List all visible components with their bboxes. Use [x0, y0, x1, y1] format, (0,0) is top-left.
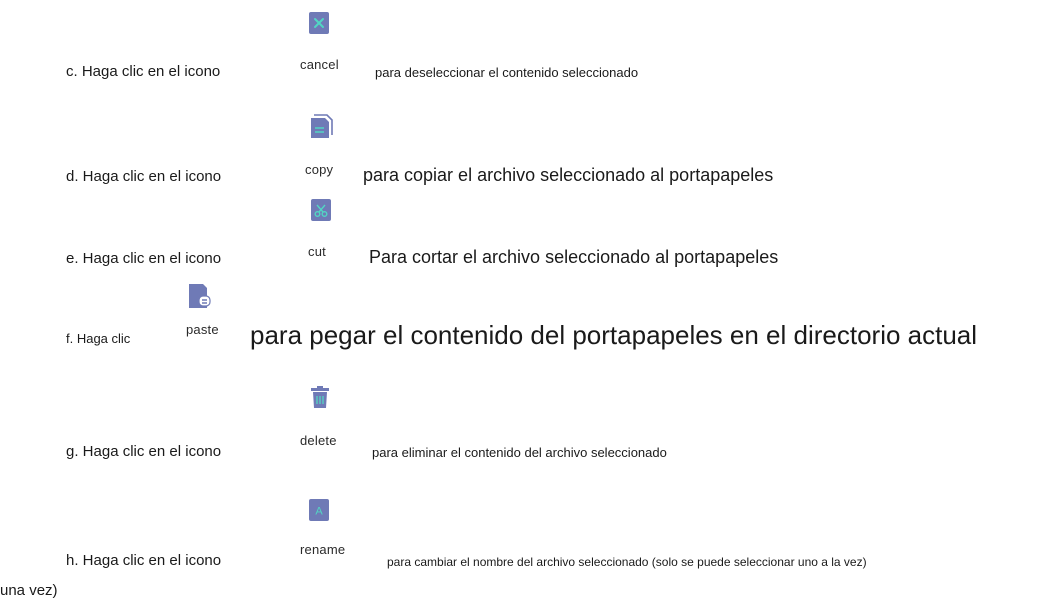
step-f-desc: para pegar el contenido del portapapeles… [250, 320, 978, 350]
step-c-lead: c. Haga clic en el icono [66, 63, 221, 80]
step-c-desc: para deseleccionar el contenido seleccio… [375, 65, 639, 80]
continuation-text: una vez) [0, 582, 58, 599]
step-e-lead: e. Haga clic en el icono [66, 250, 222, 267]
step-c-caption: cancel [300, 57, 339, 72]
svg-text:A: A [315, 506, 323, 518]
step-e-caption: cut [308, 244, 326, 259]
step-g-desc: para eliminar el contenido del archivo s… [372, 445, 667, 460]
step-f-caption: paste [186, 322, 219, 337]
step-d-desc: para copiar el archivo seleccionado al p… [363, 165, 774, 185]
step-d-caption: copy [305, 162, 334, 177]
cut-icon [311, 199, 331, 221]
paste-icon [189, 284, 211, 308]
step-h-desc: para cambiar el nombre del archivo selec… [387, 555, 867, 569]
delete-icon [311, 386, 331, 408]
step-h-caption: rename [300, 542, 346, 557]
step-g-lead: g. Haga clic en el icono [66, 443, 222, 460]
step-d-lead: d. Haga clic en el icono [66, 168, 222, 185]
rename-icon: A [309, 499, 329, 521]
step-h-lead: h. Haga clic en el icono [66, 552, 222, 569]
cancel-icon [309, 12, 329, 34]
copy-icon [309, 114, 333, 138]
step-g-caption: delete [300, 433, 337, 448]
step-f-lead: f. Haga clic [66, 331, 131, 346]
step-e-desc: Para cortar el archivo seleccionado al p… [369, 247, 779, 267]
